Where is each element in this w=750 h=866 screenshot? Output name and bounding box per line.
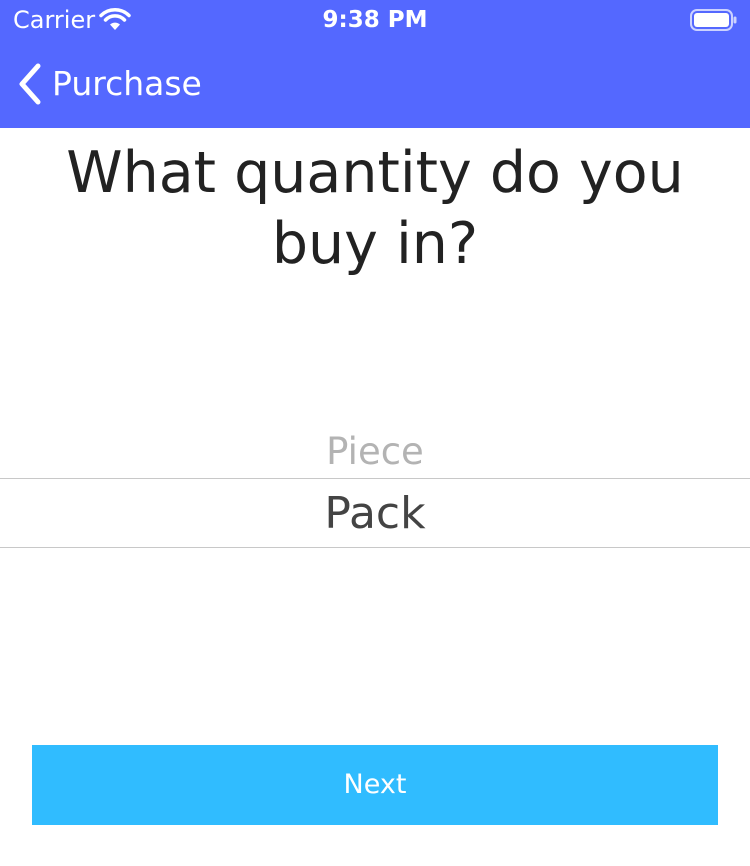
back-button-label: Purchase [52, 64, 202, 103]
picker-option[interactable]: Piece [0, 428, 750, 476]
battery-icon [690, 9, 737, 31]
picker-selection-divider-bottom [0, 547, 750, 548]
next-button[interactable]: Next [32, 745, 718, 825]
quantity-picker[interactable]: Piece Pack [0, 420, 750, 600]
status-time: 9:38 PM [322, 7, 428, 33]
chevron-left-icon [19, 63, 41, 105]
back-button[interactable]: Purchase [16, 62, 202, 106]
page-title: What quantity do you buy in? [66, 140, 684, 277]
picker-selection-divider-top [0, 478, 750, 479]
status-bar: Carrier 9:38 PM [0, 0, 750, 40]
navigation-bar: Carrier 9:38 PM Purchase [0, 0, 750, 128]
picker-option-selected[interactable]: Pack [0, 488, 750, 540]
